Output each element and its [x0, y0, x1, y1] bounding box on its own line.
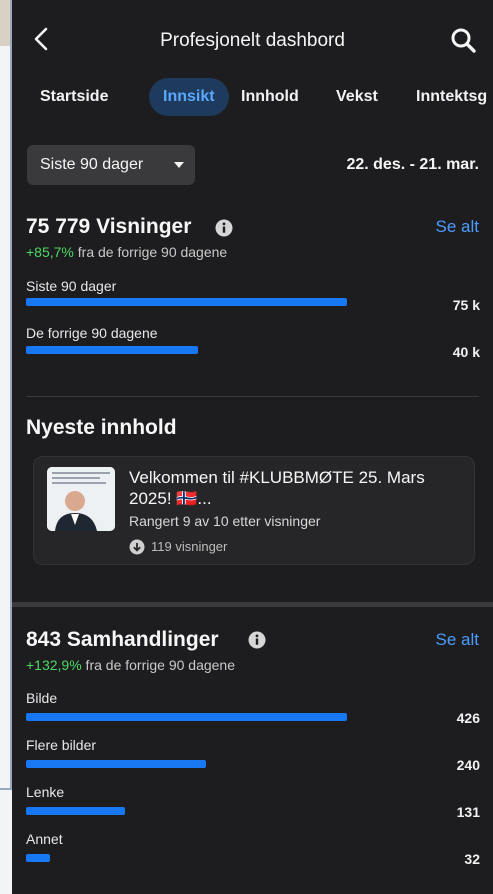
interactions-bar	[26, 713, 347, 721]
info-icon[interactable]	[215, 219, 233, 237]
chevron-down-icon	[174, 162, 184, 168]
page-title: Profesjonelt dashbord	[160, 30, 345, 51]
views-row-label: De forrige 90 dagene	[26, 325, 158, 341]
interactions-bar	[26, 807, 125, 815]
post-rank: Rangert 9 av 10 etter visninger	[129, 513, 321, 529]
section-separator	[12, 602, 493, 607]
interactions-title: 843 Samhandlinger	[26, 628, 219, 651]
views-row-label: Siste 90 dager	[26, 278, 117, 294]
interactions-row-label: Annet	[26, 831, 63, 847]
background-window-edge	[0, 0, 12, 894]
info-icon[interactable]	[248, 631, 266, 649]
views-row-value: 75 k	[452, 297, 480, 313]
views-bar	[26, 298, 347, 306]
interactions-change-pct: +132,9%	[26, 657, 82, 673]
interactions-row-value: 240	[456, 757, 480, 773]
views-row-value: 40 k	[452, 344, 480, 360]
interactions-bar	[26, 760, 206, 768]
interactions-row-value: 131	[456, 804, 480, 820]
interactions-change: +132,9% fra de forrige 90 dagene	[26, 657, 235, 673]
views-change: +85,7% fra de forrige 90 dagene	[26, 244, 227, 260]
download-circle-icon	[129, 539, 145, 555]
interactions-change-text: fra de forrige 90 dagene	[81, 657, 236, 673]
post-thumbnail-image	[47, 467, 115, 531]
section-divider	[26, 396, 479, 397]
interactions-see-all-link[interactable]: Se alt	[436, 630, 479, 650]
tab-vekst[interactable]: Vekst	[336, 78, 378, 116]
dashboard-screen: Profesjonelt dashbord Startside Innsikt …	[12, 0, 493, 894]
post-views: 119 visninger	[151, 539, 228, 554]
search-icon	[451, 28, 476, 53]
interactions-row-label: Lenke	[26, 784, 65, 800]
background-border-corner	[0, 788, 12, 790]
tab-inntekt[interactable]: Inntektsg	[416, 78, 487, 116]
period-dropdown[interactable]: Siste 90 dager	[27, 145, 195, 185]
tab-startside[interactable]: Startside	[40, 78, 108, 116]
views-bar	[26, 346, 198, 354]
latest-post-card[interactable]: Velkommen til #KLUBBMØTE 25. Mars 2025! …	[33, 456, 475, 565]
search-button[interactable]	[449, 26, 477, 54]
interactions-row-value: 32	[464, 851, 480, 867]
tab-innhold[interactable]: Innhold	[241, 78, 299, 116]
post-thumbnail	[47, 467, 115, 531]
views-see-all-link[interactable]: Se alt	[436, 217, 479, 237]
interactions-row-value: 426	[456, 710, 480, 726]
views-change-text: fra de forrige 90 dagene	[73, 244, 228, 260]
latest-content-heading: Nyeste innhold	[26, 416, 177, 439]
tab-bar: Startside Innsikt Innhold Vekst Inntekts…	[26, 78, 493, 118]
period-label: Siste 90 dager	[40, 156, 144, 173]
interactions-row-label: Flere bilder	[26, 737, 97, 753]
top-bar: Profesjonelt dashbord	[12, 0, 493, 72]
interactions-row-label: Bilde	[26, 690, 58, 706]
views-title: 75 779 Visninger	[26, 215, 192, 238]
date-range: 22. des. - 21. mar.	[346, 156, 479, 173]
tab-innsikt[interactable]: Innsikt	[149, 78, 229, 116]
views-change-pct: +85,7%	[26, 244, 74, 260]
interactions-bar	[26, 854, 50, 862]
post-title: Velkommen til #KLUBBMØTE 25. Mars 2025! …	[129, 468, 425, 508]
